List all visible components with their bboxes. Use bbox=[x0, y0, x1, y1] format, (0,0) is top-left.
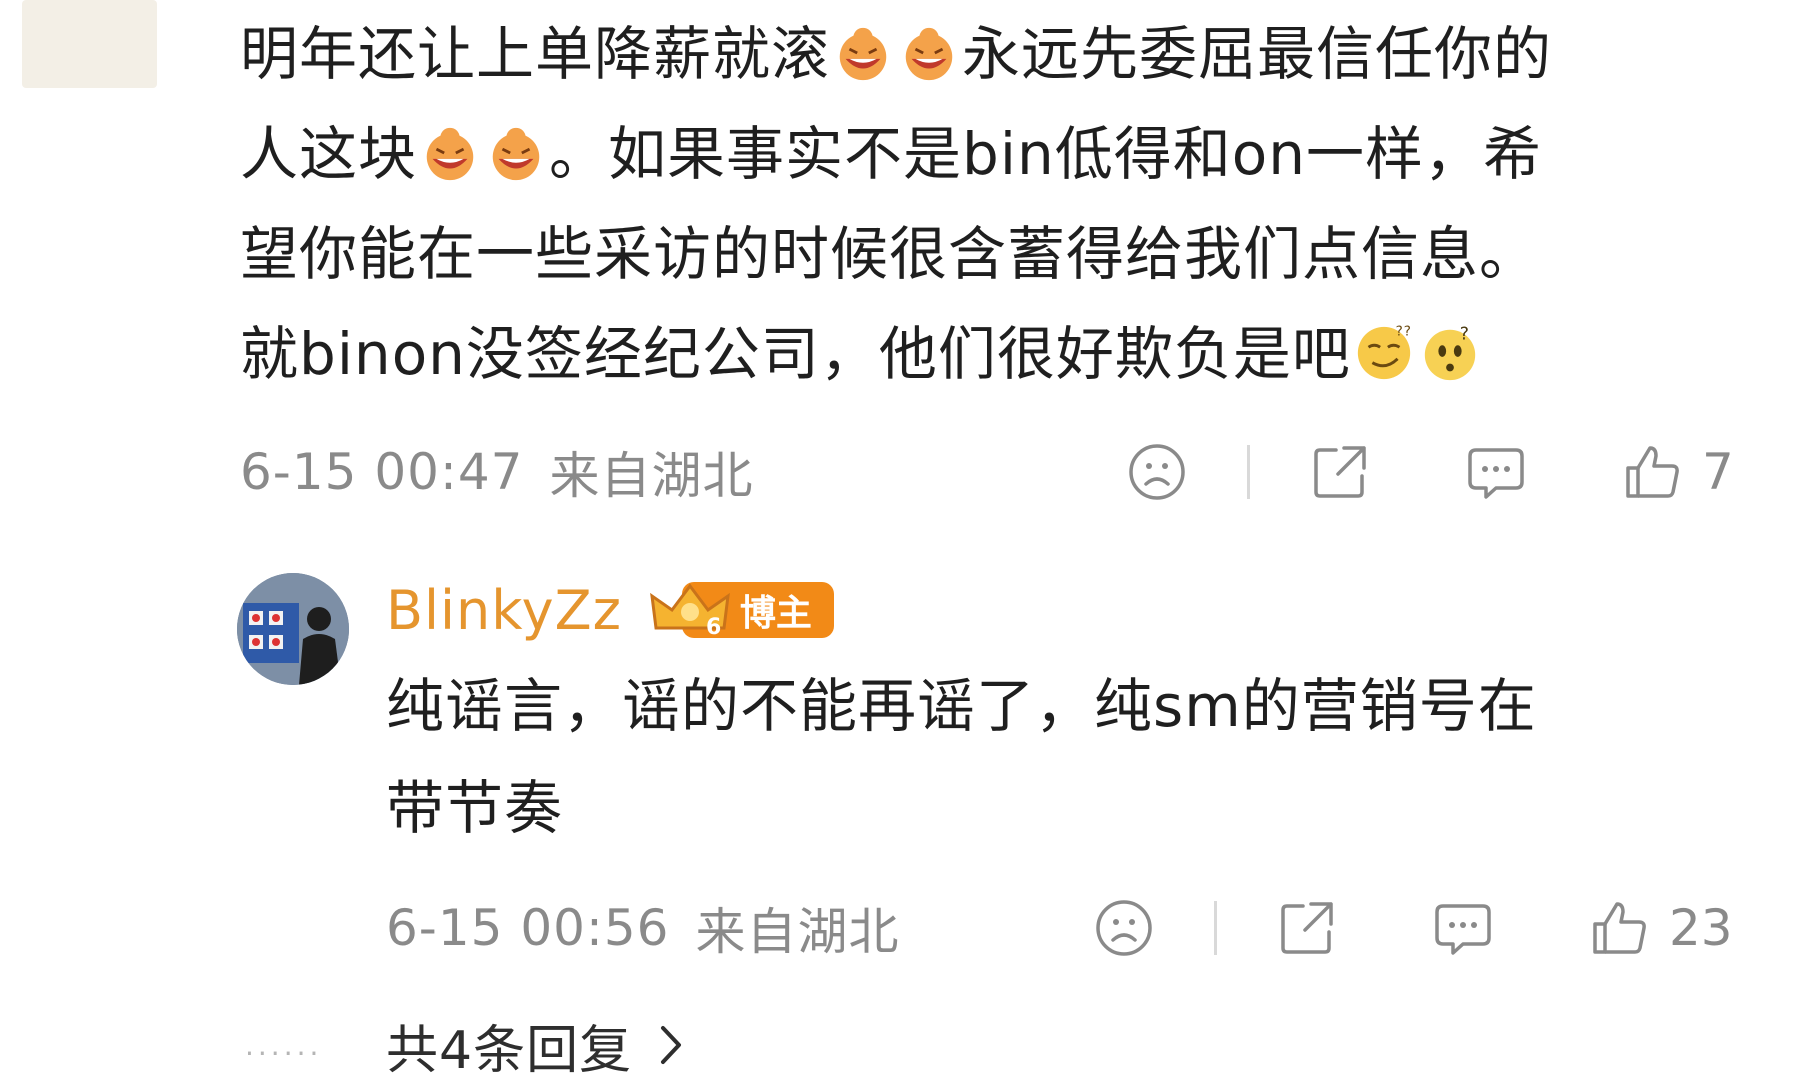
crown-icon: 6 bbox=[650, 583, 730, 638]
reply-username[interactable]: BlinkyZz bbox=[386, 579, 622, 642]
avatar[interactable] bbox=[237, 573, 349, 685]
comment-line-4: 就binon没签经纪公司，他们很好欺负是吧??? bbox=[240, 304, 1760, 404]
thumbs-up-icon[interactable] bbox=[1587, 896, 1651, 960]
laughing-emoji-icon bbox=[905, 27, 953, 81]
comment-timestamp: 6-15 00:47 bbox=[240, 443, 524, 501]
confused-emoji-icon: ? bbox=[1424, 324, 1476, 381]
author-badge-label: 博主 bbox=[739, 593, 812, 634]
chevron-right-icon[interactable] bbox=[658, 1023, 684, 1067]
post-thumbnail[interactable] bbox=[22, 0, 157, 88]
comment-line-3: 望你能在一些采访的时候很含蓄得给我们点信息。 bbox=[240, 220, 1539, 288]
comment-bubble-icon[interactable] bbox=[1464, 440, 1528, 504]
share-icon[interactable] bbox=[1308, 440, 1372, 504]
more-replies-row: ...... 共4条回复 bbox=[245, 1008, 684, 1083]
laughing-emoji-icon bbox=[426, 127, 474, 181]
sad-face-icon[interactable] bbox=[1125, 440, 1189, 504]
author-badge: 6 博主 bbox=[650, 582, 834, 638]
comment-bubble-icon[interactable] bbox=[1431, 896, 1495, 960]
svg-text:6: 6 bbox=[706, 615, 721, 638]
sad-face-icon[interactable] bbox=[1092, 896, 1156, 960]
reply-timestamp: 6-15 00:56 bbox=[386, 899, 670, 957]
action-divider bbox=[1214, 901, 1217, 955]
comment-line-1: 明年还让上单降薪就滚 永远先委屈最信任你的 bbox=[240, 20, 1553, 88]
more-replies-link[interactable]: 共4条回复 bbox=[386, 1008, 632, 1083]
reply-text: 纯谣言，谣的不能再谣了，纯sm的营销号在 带节奏 bbox=[386, 655, 1766, 859]
svg-text:?: ? bbox=[1460, 324, 1470, 344]
comment-location: 来自湖北 bbox=[549, 447, 754, 505]
share-icon[interactable] bbox=[1275, 896, 1339, 960]
comment-actions: 7 bbox=[1125, 437, 1734, 507]
reply-meta: 6-15 00:56 来自湖北 bbox=[386, 893, 899, 963]
reply-location: 来自湖北 bbox=[695, 903, 900, 961]
reply-header: BlinkyZz 6 博主 bbox=[386, 570, 834, 650]
comment-meta: 6-15 00:47 来自湖北 bbox=[240, 437, 753, 507]
svg-text:??: ?? bbox=[1396, 324, 1412, 340]
comment-text: 明年还让上单降薪就滚 永远先委屈最信任你的 人这块 。如果事实不是bin低得和on一… bbox=[240, 4, 1760, 404]
comment-line-2: 人这块 。如果事实不是bin低得和on一样，希 bbox=[240, 120, 1542, 188]
action-divider bbox=[1247, 445, 1250, 499]
reply-line-1: 纯谣言，谣的不能再谣了，纯sm的营销号在 bbox=[386, 672, 1537, 740]
thread-dots: ...... bbox=[245, 1028, 323, 1062]
laughing-emoji-icon bbox=[492, 127, 540, 181]
like-count: 7 bbox=[1702, 443, 1734, 501]
smirk-emoji-icon: ?? bbox=[1357, 324, 1412, 380]
like-count: 23 bbox=[1669, 899, 1733, 957]
reply-line-2: 带节奏 bbox=[386, 774, 564, 842]
reply-actions: 23 bbox=[1092, 893, 1733, 963]
laughing-emoji-icon bbox=[839, 27, 887, 81]
thumbs-up-icon[interactable] bbox=[1620, 440, 1684, 504]
